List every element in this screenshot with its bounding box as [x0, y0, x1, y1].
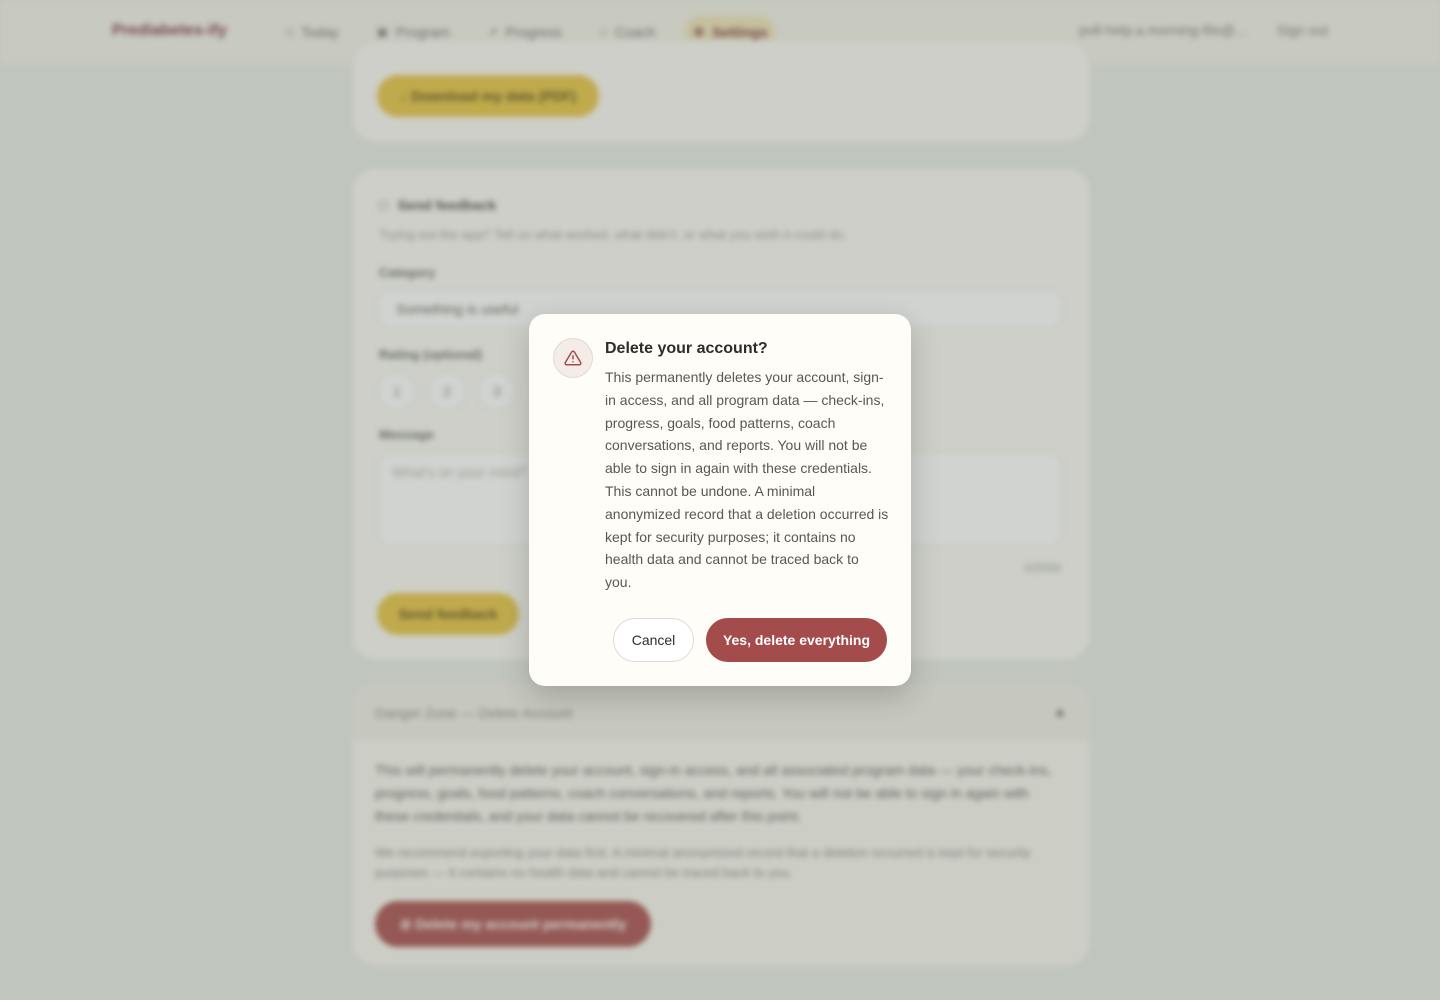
- confirm-delete-button[interactable]: Yes, delete everything: [706, 618, 887, 662]
- warning-icon-badge: [553, 338, 593, 378]
- cancel-button[interactable]: Cancel: [613, 618, 694, 662]
- delete-account-dialog: Delete your account? This permanently de…: [529, 314, 911, 686]
- dialog-title: Delete your account?: [605, 340, 768, 357]
- dialog-body: This permanently deletes your account, s…: [605, 369, 889, 591]
- warning-triangle-icon: [564, 350, 582, 366]
